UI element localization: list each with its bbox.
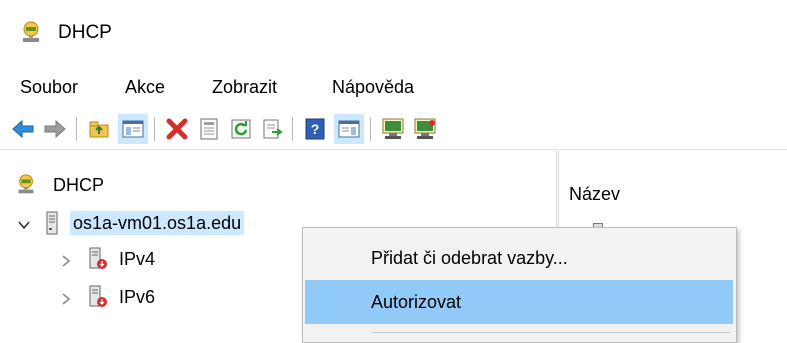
- toolbar-separator: [76, 117, 77, 141]
- forward-arrow-icon[interactable]: [40, 114, 70, 144]
- properties-icon[interactable]: [194, 114, 224, 144]
- tree-node-ipv6[interactable]: IPv6: [58, 285, 158, 309]
- menu-bar: Soubor Akce Zobrazit Nápověda: [0, 66, 787, 108]
- delete-icon[interactable]: [162, 114, 192, 144]
- refresh-icon[interactable]: [226, 114, 256, 144]
- show-hide-tree-icon[interactable]: [118, 114, 148, 144]
- tree-label-ipv6: IPv6: [119, 287, 156, 307]
- toolbar-separator: [370, 117, 371, 141]
- toolbar-separator: [154, 117, 155, 141]
- toolbar: ?: [0, 108, 787, 150]
- menu-soubor[interactable]: Soubor: [18, 74, 80, 100]
- tree-label-dhcp: DHCP: [53, 175, 105, 195]
- menu-akce[interactable]: Akce: [123, 74, 167, 100]
- menu-item-pridat-vazby[interactable]: Přidat či odebrat vazby...: [305, 236, 733, 280]
- chevron-right-icon[interactable]: [58, 289, 74, 305]
- server-icon: [44, 211, 60, 235]
- window-title: DHCP: [58, 22, 112, 43]
- authorize-server-icon[interactable]: [378, 114, 408, 144]
- up-folder-icon[interactable]: [84, 114, 114, 144]
- toolbar-separator: [292, 117, 293, 141]
- dhcp-icon: [14, 173, 38, 197]
- unauthorize-server-icon[interactable]: [410, 114, 440, 144]
- svg-text:?: ?: [311, 121, 320, 137]
- show-action-pane-icon[interactable]: [334, 114, 364, 144]
- menu-separator: [371, 332, 730, 333]
- column-header-nazev[interactable]: Název: [569, 181, 620, 207]
- menu-napoveda[interactable]: Nápověda: [330, 74, 416, 100]
- back-arrow-icon[interactable]: [8, 114, 38, 144]
- ipv4-icon: [88, 247, 108, 271]
- tree-label-ipv4: IPv4: [119, 249, 156, 269]
- tree-label-server: os1a-vm01.os1a.edu: [70, 211, 245, 235]
- context-menu: Přidat či odebrat vazby... Autorizovat: [302, 227, 737, 343]
- export-list-icon[interactable]: [258, 114, 288, 144]
- tree-node-dhcp[interactable]: DHCP: [14, 173, 107, 197]
- tree-node-ipv4[interactable]: IPv4: [58, 247, 158, 271]
- ipv6-icon: [88, 285, 108, 309]
- help-icon[interactable]: ?: [300, 114, 330, 144]
- menu-zobrazit[interactable]: Zobrazit: [210, 74, 279, 100]
- dhcp-app-icon: [18, 20, 44, 46]
- title-bar: DHCP: [0, 0, 787, 64]
- chevron-down-icon[interactable]: [16, 215, 32, 231]
- chevron-right-icon[interactable]: [58, 251, 74, 267]
- menu-item-autorizovat[interactable]: Autorizovat: [305, 280, 733, 324]
- tree-node-server[interactable]: os1a-vm01.os1a.edu: [16, 211, 245, 235]
